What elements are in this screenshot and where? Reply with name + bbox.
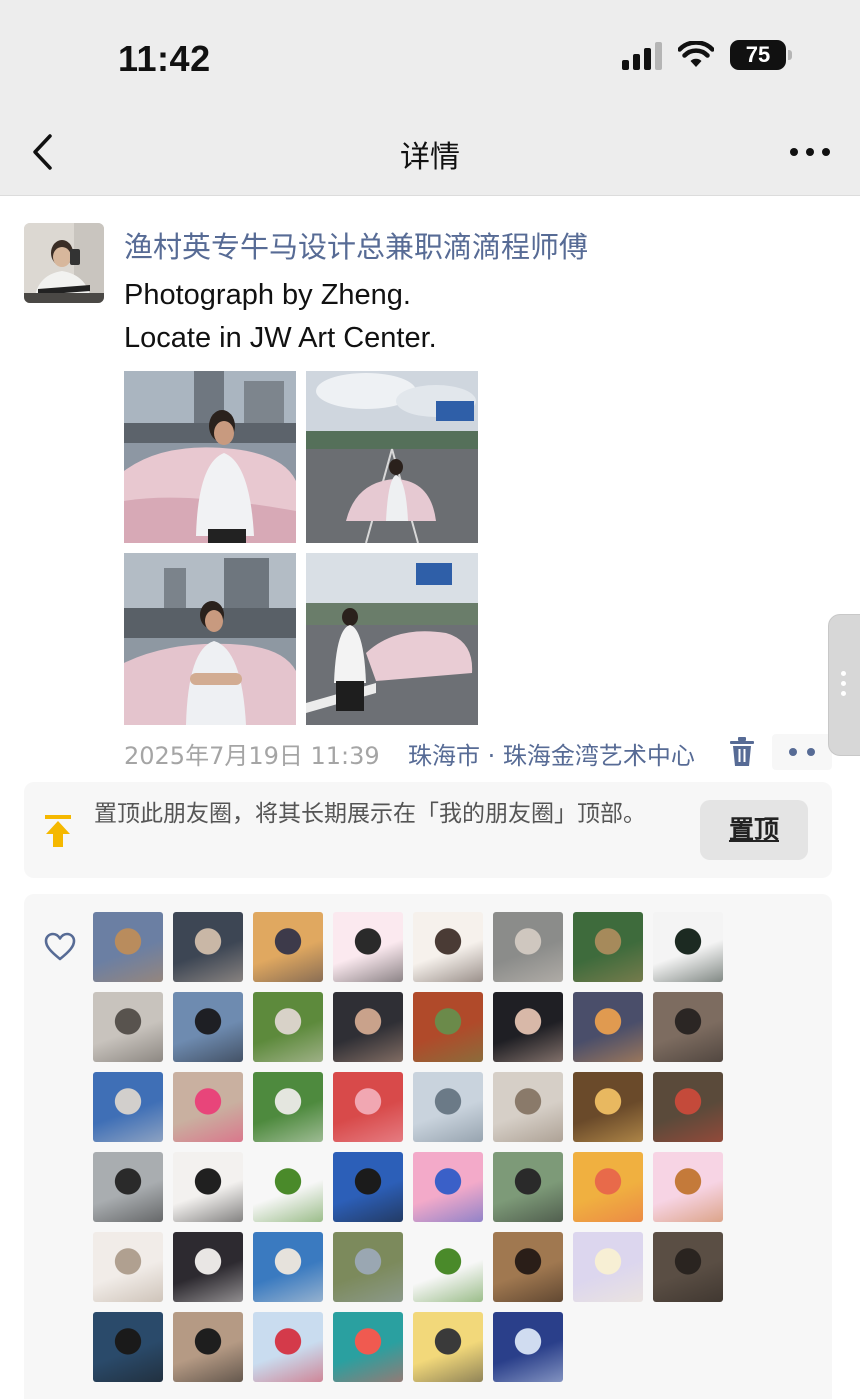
page-title: 详情 bbox=[400, 140, 460, 175]
liker-avatar[interactable] bbox=[333, 992, 403, 1062]
liker-avatar[interactable] bbox=[573, 912, 643, 982]
liker-avatar[interactable] bbox=[333, 1152, 403, 1222]
cellular-signal-icon bbox=[622, 40, 662, 70]
liker-avatar[interactable] bbox=[653, 992, 723, 1062]
heart-icon bbox=[44, 932, 76, 961]
liker-avatar[interactable] bbox=[493, 912, 563, 982]
liker-avatar[interactable] bbox=[573, 1232, 643, 1302]
liker-avatar[interactable] bbox=[253, 1232, 323, 1302]
post-timestamp: 2025年7月19日 11:39 bbox=[124, 742, 380, 770]
liker-avatar[interactable] bbox=[173, 1312, 243, 1382]
trash-icon[interactable] bbox=[728, 737, 756, 767]
liker-avatar[interactable] bbox=[173, 912, 243, 982]
liker-avatar-grid bbox=[93, 912, 733, 1382]
author-avatar[interactable] bbox=[24, 223, 104, 303]
likes-panel bbox=[24, 894, 832, 1399]
liker-avatar[interactable] bbox=[413, 1072, 483, 1142]
liker-avatar[interactable] bbox=[653, 912, 723, 982]
liker-avatar[interactable] bbox=[493, 1152, 563, 1222]
liker-avatar[interactable] bbox=[93, 1312, 163, 1382]
liker-avatar[interactable] bbox=[173, 1072, 243, 1142]
back-chevron-icon[interactable] bbox=[26, 130, 62, 174]
liker-avatar[interactable] bbox=[413, 992, 483, 1062]
pin-top-icon bbox=[45, 815, 71, 847]
liker-avatar[interactable] bbox=[253, 992, 323, 1062]
pin-prompt: 置顶此朋友圈，将其长期展示在「我的朋友圈」顶部。 置顶 bbox=[24, 782, 832, 878]
liker-avatar[interactable] bbox=[653, 1072, 723, 1142]
liker-avatar[interactable] bbox=[493, 1072, 563, 1142]
post-location[interactable]: 珠海市 · 珠海金湾艺术中心 bbox=[408, 736, 698, 771]
liker-avatar[interactable] bbox=[413, 1312, 483, 1382]
liker-avatar[interactable] bbox=[173, 1232, 243, 1302]
liker-avatar[interactable] bbox=[253, 912, 323, 982]
liker-avatar[interactable] bbox=[493, 992, 563, 1062]
side-drawer-handle[interactable] bbox=[828, 614, 860, 756]
battery-icon: 75 bbox=[730, 40, 792, 70]
liker-avatar[interactable] bbox=[333, 1312, 403, 1382]
liker-avatar[interactable] bbox=[93, 912, 163, 982]
top-bar: 11:42 75 详情 bbox=[0, 0, 860, 196]
more-options-icon[interactable] bbox=[790, 142, 830, 162]
status-time: 11:42 bbox=[118, 38, 211, 79]
post-text: Photograph by Zheng. Locate in JW Art Ce… bbox=[124, 274, 437, 360]
author-name[interactable]: 渔村英专牛马设计总兼职滴滴程师傅 bbox=[124, 224, 588, 266]
status-icons: 75 bbox=[622, 40, 792, 70]
liker-avatar[interactable] bbox=[253, 1072, 323, 1142]
post-photo-1[interactable] bbox=[124, 371, 296, 543]
liker-avatar[interactable] bbox=[413, 1232, 483, 1302]
comment-like-button[interactable] bbox=[772, 734, 832, 770]
pin-description: 置顶此朋友圈，将其长期展示在「我的朋友圈」顶部。 bbox=[94, 801, 646, 827]
post-text-line: Photograph by Zheng. bbox=[124, 279, 411, 311]
liker-avatar[interactable] bbox=[253, 1152, 323, 1222]
liker-avatar[interactable] bbox=[573, 1072, 643, 1142]
liker-avatar[interactable] bbox=[413, 912, 483, 982]
liker-avatar[interactable] bbox=[93, 1072, 163, 1142]
post-photo-3[interactable] bbox=[124, 553, 296, 725]
liker-avatar[interactable] bbox=[573, 1152, 643, 1222]
liker-avatar[interactable] bbox=[173, 1152, 243, 1222]
liker-avatar[interactable] bbox=[573, 992, 643, 1062]
liker-avatar[interactable] bbox=[333, 1072, 403, 1142]
liker-avatar[interactable] bbox=[173, 992, 243, 1062]
liker-avatar[interactable] bbox=[93, 1152, 163, 1222]
liker-avatar[interactable] bbox=[493, 1232, 563, 1302]
liker-avatar[interactable] bbox=[333, 912, 403, 982]
liker-avatar[interactable] bbox=[413, 1152, 483, 1222]
liker-avatar[interactable] bbox=[93, 992, 163, 1062]
post-photo-2[interactable] bbox=[306, 371, 478, 543]
post-photo-4[interactable] bbox=[306, 553, 478, 725]
wifi-icon bbox=[678, 41, 714, 67]
liker-avatar[interactable] bbox=[493, 1312, 563, 1382]
post-text-line: Locate in JW Art Center. bbox=[124, 322, 437, 354]
liker-avatar[interactable] bbox=[653, 1152, 723, 1222]
liker-avatar[interactable] bbox=[93, 1232, 163, 1302]
pin-button[interactable]: 置顶 bbox=[700, 800, 808, 860]
liker-avatar[interactable] bbox=[653, 1232, 723, 1302]
liker-avatar[interactable] bbox=[333, 1232, 403, 1302]
liker-avatar[interactable] bbox=[253, 1312, 323, 1382]
